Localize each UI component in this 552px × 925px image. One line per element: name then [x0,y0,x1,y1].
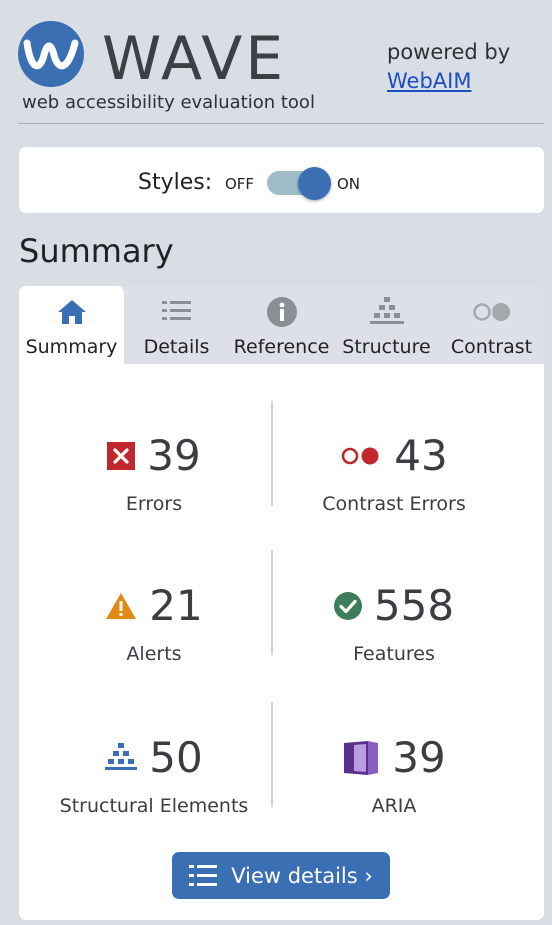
error-icon [107,442,136,470]
tab-bar: Summary Details Reference Structure Cont… [19,286,544,364]
alerts-count: 21 [149,581,203,630]
stat-aria[interactable]: 39 ARIA [264,733,524,817]
logo-wordmark: WAVE [102,24,287,94]
aria-icon [344,741,379,775]
stat-features[interactable]: 558 Features [264,581,524,665]
stat-errors[interactable]: 39 Errors [24,431,284,515]
list-icon [189,864,218,886]
view-details-button[interactable]: View details › [172,852,390,899]
styles-off-label: OFF [225,175,255,193]
contrast-errors-label: Contrast Errors [322,493,466,515]
stat-alerts[interactable]: 21 Alerts [24,581,284,665]
styles-toggle-card: Styles: OFF ON [19,147,544,213]
powered-by-text: powered by [387,40,511,64]
contrast-errors-count: 43 [394,431,448,480]
stat-structural-elements[interactable]: 50 Structural Elements [24,733,284,817]
stat-contrast-errors[interactable]: 43 Contrast Errors [264,431,524,515]
styles-toggle-knob[interactable] [298,167,331,200]
aria-label: ARIA [371,795,417,817]
styles-on-label: ON [337,175,361,193]
page-title: Summary [19,232,174,270]
tagline: web accessibility evaluation tool [22,92,315,113]
tab-label: Details [143,336,210,358]
features-count: 558 [373,581,455,630]
feature-icon [333,592,362,620]
aria-count: 39 [392,733,446,782]
info-icon [229,297,334,327]
webaim-link[interactable]: WebAIM [387,69,471,93]
tab-label: Structure [342,336,431,358]
wave-logo-icon [18,21,84,87]
errors-label: Errors [125,493,183,515]
view-details-label: View details › [231,863,373,888]
structure-icon [105,743,138,770]
tab-structure[interactable]: Structure [334,286,439,364]
structure-icon [334,297,439,326]
structural-label: Structural Elements [59,795,249,817]
alert-icon [106,593,137,619]
header: WAVE web accessibility evaluation tool p… [18,18,544,124]
tab-label: Reference [233,336,330,358]
tab-contrast[interactable]: Contrast [439,286,544,364]
tab-reference[interactable]: Reference [229,286,334,364]
structural-count: 50 [149,733,203,782]
styles-label: Styles: [138,170,213,195]
errors-count: 39 [147,431,201,480]
tab-label: Summary [25,336,118,358]
tab-details[interactable]: Details [124,286,229,364]
features-label: Features [353,643,435,665]
home-icon [19,298,124,326]
list-icon [124,298,229,326]
alerts-label: Alerts [126,643,182,665]
summary-panel: Summary Details Reference Structure Cont… [19,286,544,920]
contrast-icon [439,298,544,326]
tab-summary[interactable]: Summary [19,286,124,364]
contrast-error-icon [341,447,379,465]
tab-label: Contrast [450,336,533,358]
